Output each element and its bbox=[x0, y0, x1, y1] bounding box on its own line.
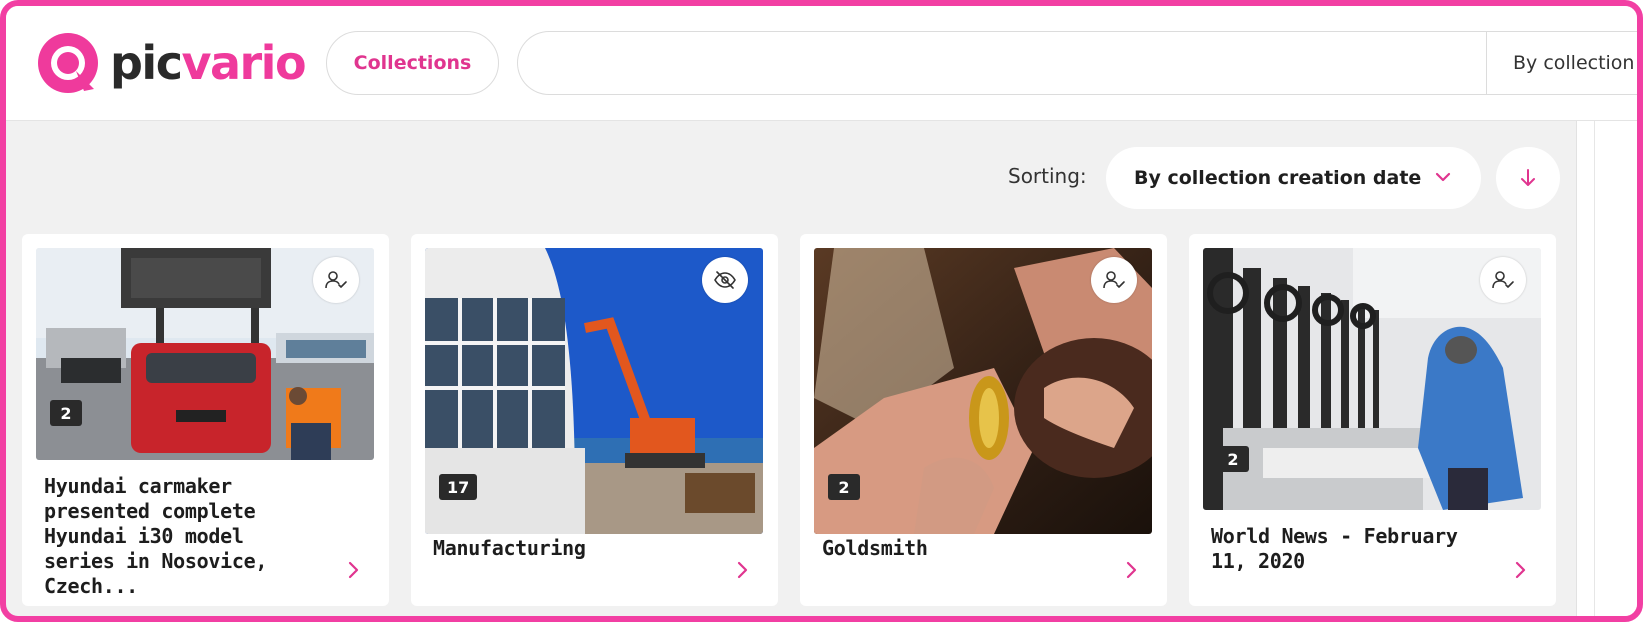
logo-text-pic: pic bbox=[110, 36, 183, 90]
user-check-icon bbox=[325, 271, 347, 289]
card-state-button[interactable] bbox=[313, 257, 359, 303]
search-scope-select[interactable]: By collection bbox=[1486, 32, 1634, 94]
asset-count-badge: 2 bbox=[828, 474, 860, 500]
top-bar: picvario Collections By collection bbox=[6, 6, 1637, 121]
card-state-button[interactable] bbox=[1091, 257, 1137, 303]
collection-title[interactable]: World News - February 11, 2020 bbox=[1211, 524, 1481, 574]
sort-select[interactable]: By collection creation date bbox=[1106, 147, 1481, 209]
search-input[interactable] bbox=[542, 32, 1422, 94]
chevron-right-icon[interactable] bbox=[343, 560, 363, 580]
user-check-icon bbox=[1492, 271, 1514, 289]
asset-count-badge: 2 bbox=[1217, 446, 1249, 472]
app-frame: picvario Collections By collection Sorti… bbox=[0, 0, 1643, 622]
chevron-right-icon[interactable] bbox=[732, 560, 752, 580]
collection-card[interactable]: 2 Hyundai carmaker presented complete Hy… bbox=[22, 234, 389, 606]
sort-select-value: By collection creation date bbox=[1134, 167, 1422, 189]
collections-button[interactable]: Collections bbox=[326, 31, 499, 95]
user-check-icon bbox=[1103, 271, 1125, 289]
logo-text-vario: vario bbox=[181, 36, 306, 90]
right-panel-gutter bbox=[1576, 121, 1637, 616]
arrow-down-icon bbox=[1521, 169, 1535, 186]
collection-card[interactable]: 17 Manufacturing bbox=[411, 234, 778, 606]
chevron-down-icon bbox=[1435, 172, 1451, 182]
collection-title[interactable]: Hyundai carmaker presented complete Hyun… bbox=[44, 474, 314, 599]
sort-direction-button[interactable] bbox=[1496, 147, 1560, 209]
logo-wordmark: picvario bbox=[110, 40, 307, 86]
collection-card[interactable]: 2 Goldsmith bbox=[800, 234, 1167, 606]
scrollbar-track[interactable] bbox=[1594, 121, 1595, 616]
card-state-button[interactable] bbox=[702, 257, 748, 303]
sorting-label: Sorting: bbox=[1008, 164, 1087, 188]
picvario-logo[interactable]: picvario bbox=[36, 32, 307, 94]
chevron-right-icon[interactable] bbox=[1121, 560, 1141, 580]
eye-off-icon bbox=[714, 271, 736, 289]
logo-mark-icon bbox=[38, 33, 98, 93]
search-bar: By collection bbox=[517, 31, 1637, 95]
asset-count-badge: 17 bbox=[439, 474, 478, 500]
collection-title[interactable]: Goldsmith bbox=[822, 536, 1092, 561]
chevron-right-icon[interactable] bbox=[1510, 560, 1530, 580]
card-state-button[interactable] bbox=[1480, 257, 1526, 303]
collection-title[interactable]: Manufacturing bbox=[433, 536, 703, 561]
collection-card[interactable]: 2 World News - February 11, 2020 bbox=[1189, 234, 1556, 606]
asset-count-badge: 2 bbox=[50, 400, 82, 426]
